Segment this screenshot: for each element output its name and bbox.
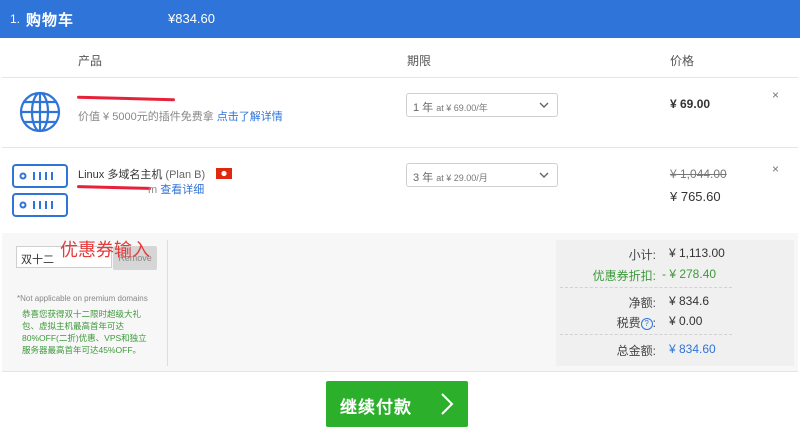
total-value: ¥ 834.60	[669, 342, 716, 356]
continue-payment-label: 继续付款	[340, 398, 412, 417]
cart-header: 1. 购物车 ¥834.60	[0, 0, 800, 38]
chevron-down-icon	[539, 172, 549, 178]
column-price: 价格	[670, 54, 695, 68]
summary-divider	[560, 334, 732, 335]
term-select-item1[interactable]: 1 年 at ¥ 69.00/年	[406, 93, 558, 117]
item1-price: ¥ 69.00	[670, 97, 711, 111]
net-value: ¥ 834.6	[669, 294, 710, 308]
subtotal-value: ¥ 1,113.00	[669, 246, 725, 260]
promo-message: 恭喜您获得双十二限时超级大礼 包、虚拟主机最高首年可达 80%OFF(二折)优惠…	[22, 309, 147, 355]
discount-label: 优惠券折扣:	[592, 269, 656, 283]
remove-item2-button[interactable]: ×	[772, 162, 779, 176]
header-total: ¥834.60	[168, 11, 215, 26]
divider	[2, 371, 798, 372]
chevron-down-icon	[539, 102, 549, 108]
redacted-domain	[76, 95, 176, 102]
hong-kong-flag-icon	[216, 168, 233, 179]
server-icon	[12, 162, 68, 220]
cart-title: 购物车	[26, 12, 75, 29]
total-label: 总金额:	[616, 344, 656, 358]
discount-value: - ¥ 278.40	[662, 267, 717, 281]
help-icon[interactable]: ?	[640, 318, 653, 330]
coupon-annotation: 优惠券输入	[60, 240, 150, 261]
product-promo-text: 价值 ¥ 5000元的插件免费拿 点击了解详情	[78, 111, 283, 123]
product-detail-text: m 查看详细	[148, 184, 205, 196]
tax-label: 税费?:	[616, 316, 656, 330]
remove-item1-button[interactable]: ×	[772, 88, 779, 102]
redacted-domain	[76, 185, 152, 190]
term-select-item2[interactable]: 3 年 at ¥ 29.00/月	[406, 163, 558, 187]
globe-icon	[18, 90, 62, 134]
product-name-item2: Linux 多域名主机 (Plan B)	[78, 166, 233, 182]
subtotal-label: 小计:	[628, 248, 656, 262]
net-label: 净额:	[628, 296, 656, 310]
column-product: 产品	[78, 54, 103, 68]
chevron-right-icon	[441, 393, 454, 415]
summary-divider	[560, 287, 732, 288]
learn-more-link[interactable]: 点击了解详情	[217, 111, 283, 123]
item2-price: ¥ 765.60	[670, 189, 721, 204]
item2-original-price: ¥ 1,044.00	[670, 167, 727, 181]
premium-domain-note: *Not applicable on premium domains	[17, 294, 148, 303]
tax-value: ¥ 0.00	[669, 314, 703, 328]
divider	[2, 147, 798, 148]
step-number: 1.	[10, 12, 21, 26]
column-term: 期限	[407, 54, 432, 68]
continue-payment-button[interactable]: 继续付款	[326, 381, 468, 427]
view-details-link[interactable]: 查看详细	[160, 184, 204, 196]
divider	[2, 77, 798, 78]
